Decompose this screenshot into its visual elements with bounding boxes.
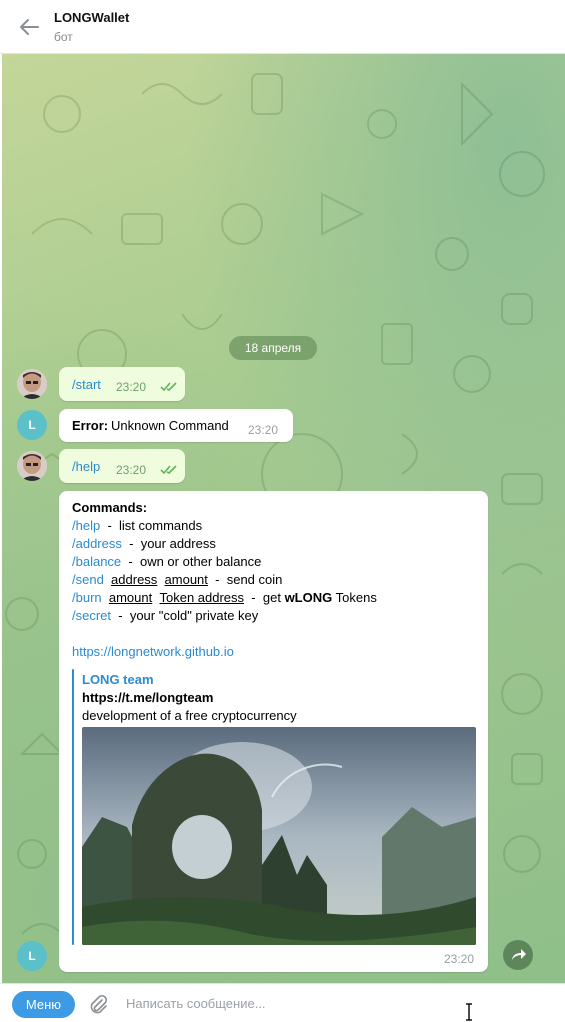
help-line: /balance - own or other balance (72, 554, 261, 569)
command-arg: amount (108, 590, 153, 605)
command-link[interactable]: /secret (72, 608, 111, 623)
help-line: /help - list commands (72, 518, 202, 533)
message-outgoing[interactable]: /start 23:20 (59, 367, 185, 401)
command-description: your "cold" private key (129, 608, 259, 623)
menu-button[interactable]: Меню (12, 991, 75, 1018)
message-time: 23:20 (444, 952, 475, 966)
paperclip-icon[interactable] (88, 994, 108, 1014)
message-input[interactable]: Написать сообщение... (126, 996, 266, 1011)
separator: - (251, 590, 256, 605)
link-preview-description: development of a free cryptocurrency (82, 708, 297, 723)
message-time: 23:20 (116, 463, 147, 477)
command-link[interactable]: /burn (72, 590, 102, 605)
help-line: /burn amount Token address - get wLONG T… (72, 590, 377, 605)
chat-title[interactable]: LONGWallet (54, 10, 129, 25)
back-arrow-icon[interactable] (18, 17, 40, 37)
command-link[interactable]: /address (72, 536, 122, 551)
message-incoming[interactable]: Error: Unknown Command 23:20 (59, 409, 293, 442)
user-avatar[interactable] (17, 451, 47, 481)
user-avatar-photo (17, 451, 47, 481)
user-avatar[interactable] (17, 369, 47, 399)
separator: - (128, 554, 133, 569)
message-time: 23:20 (116, 380, 147, 394)
command-description: your address (140, 536, 216, 551)
message-text: Unknown Command (111, 418, 229, 433)
message-text[interactable]: /help (72, 459, 100, 474)
help-heading: Commands: (72, 500, 148, 515)
user-avatar-photo (17, 369, 47, 399)
message-text[interactable]: /start (72, 377, 101, 392)
text-cursor-icon (466, 1003, 472, 1021)
help-line: /secret - your "cold" private key (72, 608, 258, 623)
double-check-icon (160, 465, 177, 475)
command-description: send coin (226, 572, 283, 587)
double-check-icon (160, 382, 177, 392)
command-link[interactable]: /balance (72, 554, 121, 569)
link-preview-site[interactable]: LONG team (82, 672, 154, 687)
separator: - (107, 518, 112, 533)
token-name: wLONG (284, 590, 333, 605)
landscape-image (82, 727, 476, 945)
link-preview-accent (72, 669, 74, 945)
command-arg: amount (164, 572, 208, 587)
chat-header: LONGWallet бот (0, 0, 565, 54)
message-outgoing[interactable]: /help 23:20 (59, 449, 185, 483)
share-icon[interactable] (503, 940, 533, 970)
command-link[interactable]: /help (72, 518, 100, 533)
date-separator: 18 апреля (229, 336, 317, 360)
bot-avatar[interactable]: L (17, 941, 47, 971)
link-preview-title[interactable]: https://t.me/longteam (82, 690, 213, 705)
chat-subtitle: бот (54, 30, 73, 44)
bot-avatar[interactable]: L (17, 410, 47, 440)
command-arg: address (111, 572, 158, 587)
separator: - (215, 572, 220, 587)
message-time: 23:20 (248, 423, 279, 437)
command-description: Tokens (335, 590, 377, 605)
command-description: list commands (119, 518, 203, 533)
separator: - (129, 536, 134, 551)
message-composer: Меню Написать сообщение... (0, 983, 565, 1022)
link-preview-image[interactable] (82, 727, 476, 945)
command-description: own or other balance (139, 554, 262, 569)
command-link[interactable]: /send (72, 572, 104, 587)
help-line: /address - your address (72, 536, 216, 551)
command-description: get (262, 590, 281, 605)
chat-area[interactable]: 18 апреля /start 23:20 L Error: Unknown … (2, 54, 565, 983)
help-message[interactable]: Commands: /help - list commands /address… (59, 491, 488, 972)
command-arg: Token address (159, 590, 245, 605)
website-link[interactable]: https://longnetwork.github.io (72, 644, 234, 659)
separator: - (118, 608, 123, 623)
error-label: Error: (72, 418, 109, 433)
help-line: /send address amount - send coin (72, 572, 282, 587)
